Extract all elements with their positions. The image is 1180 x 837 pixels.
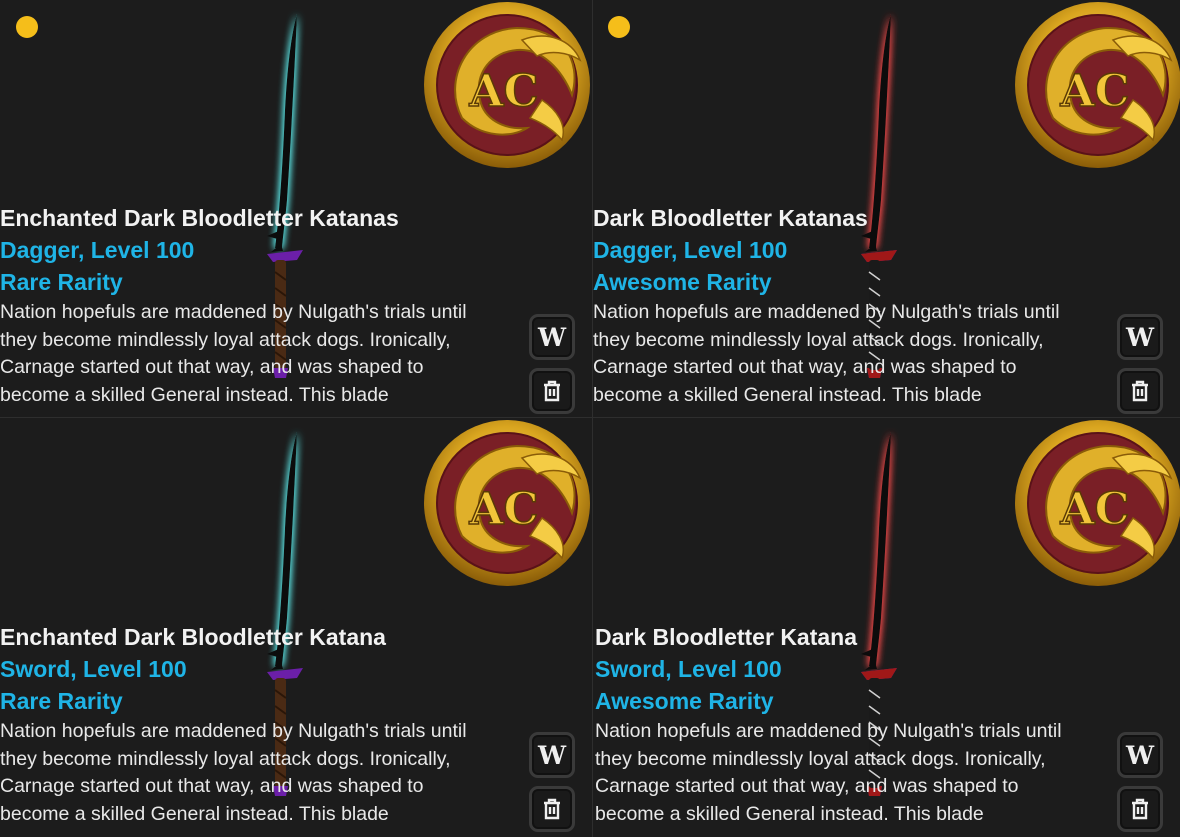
delete-button[interactable] bbox=[1117, 786, 1163, 832]
item-rarity: Awesome Rarity bbox=[593, 269, 772, 295]
wear-icon: W bbox=[1125, 322, 1155, 352]
wear-button[interactable]: W bbox=[529, 732, 575, 778]
item-card[interactable]: Dark Bloodletter Katana Sword, Level 100… bbox=[593, 418, 1180, 837]
item-card[interactable]: Enchanted Dark Bloodletter Katanas Dagge… bbox=[0, 0, 593, 418]
trash-icon bbox=[1132, 380, 1148, 402]
legend-coin-icon bbox=[1013, 0, 1180, 170]
item-type-level: Dagger, Level 100 bbox=[593, 237, 788, 263]
delete-button[interactable] bbox=[529, 368, 575, 414]
legend-coin-icon bbox=[1013, 418, 1180, 588]
item-rarity: Rare Rarity bbox=[0, 269, 123, 295]
new-item-dot bbox=[16, 16, 38, 38]
item-title: Dark Bloodletter Katana bbox=[595, 624, 858, 650]
item-rarity: Awesome Rarity bbox=[595, 688, 774, 714]
wear-button[interactable]: W bbox=[529, 314, 575, 360]
item-description: Nation hopefuls are maddened by Nulgath'… bbox=[593, 301, 1060, 406]
inventory-grid: Enchanted Dark Bloodletter Katanas Dagge… bbox=[0, 0, 1180, 837]
delete-button[interactable] bbox=[529, 786, 575, 832]
item-title: Enchanted Dark Bloodletter Katana bbox=[0, 624, 386, 650]
item-card[interactable]: Dark Bloodletter Katanas Dagger, Level 1… bbox=[593, 0, 1180, 418]
wear-button[interactable]: W bbox=[1117, 314, 1163, 360]
item-description: Nation hopefuls are maddened by Nulgath'… bbox=[0, 301, 467, 406]
item-description: Nation hopefuls are maddened by Nulgath'… bbox=[595, 720, 1062, 825]
wear-icon: W bbox=[1125, 740, 1155, 770]
item-info: Enchanted Dark Bloodletter Katana Sword,… bbox=[0, 621, 525, 828]
item-rarity: Rare Rarity bbox=[0, 688, 123, 714]
new-item-dot bbox=[608, 16, 630, 38]
delete-button[interactable] bbox=[1117, 368, 1163, 414]
item-info: Enchanted Dark Bloodletter Katanas Dagge… bbox=[0, 202, 525, 409]
item-type-level: Dagger, Level 100 bbox=[0, 237, 195, 263]
trash-icon bbox=[1132, 798, 1148, 820]
wear-button[interactable]: W bbox=[1117, 732, 1163, 778]
trash-icon bbox=[544, 798, 560, 820]
item-info: Dark Bloodletter Katana Sword, Level 100… bbox=[595, 621, 1120, 828]
item-title: Enchanted Dark Bloodletter Katanas bbox=[0, 205, 399, 231]
legend-coin-icon bbox=[422, 418, 592, 588]
wear-icon: W bbox=[537, 740, 567, 770]
wear-icon: W bbox=[537, 322, 567, 352]
legend-coin-icon bbox=[422, 0, 592, 170]
trash-icon bbox=[544, 380, 560, 402]
item-type-level: Sword, Level 100 bbox=[0, 656, 187, 682]
item-card[interactable]: Enchanted Dark Bloodletter Katana Sword,… bbox=[0, 418, 593, 837]
item-info: Dark Bloodletter Katanas Dagger, Level 1… bbox=[593, 202, 1118, 409]
item-description: Nation hopefuls are maddened by Nulgath'… bbox=[0, 720, 467, 825]
item-title: Dark Bloodletter Katanas bbox=[593, 205, 868, 231]
item-type-level: Sword, Level 100 bbox=[595, 656, 782, 682]
